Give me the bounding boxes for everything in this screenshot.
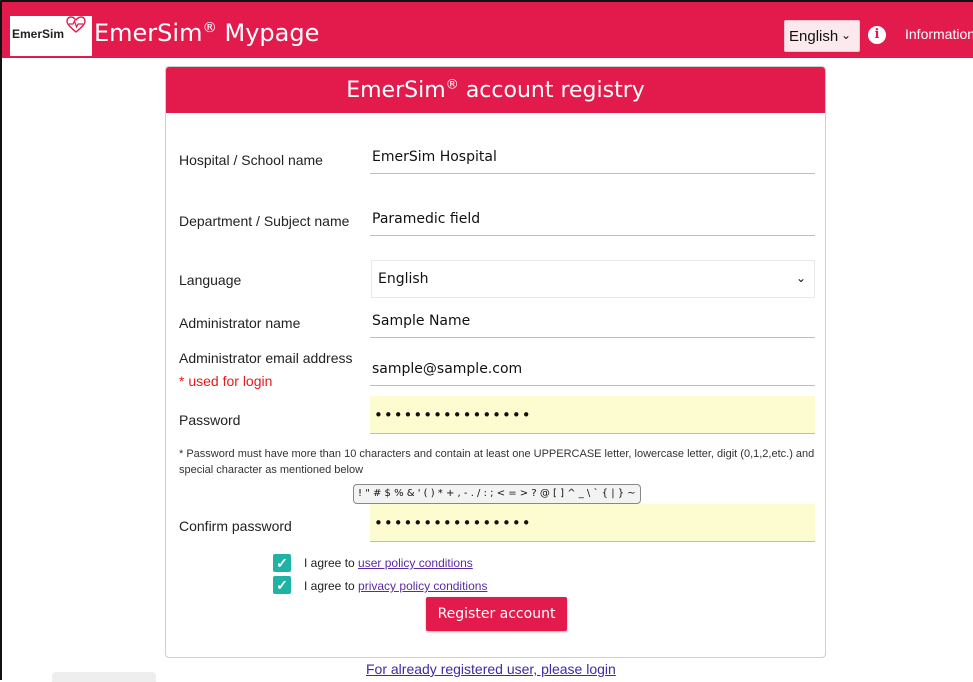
password-label: Password [179,412,241,428]
language-select[interactable]: English ⌄ [371,260,815,298]
brand-logo-text: EmerSim [12,27,65,41]
panel-title: EmerSim® account registry [346,77,645,103]
bottom-tab [52,672,156,682]
language-select-value: English [378,271,429,287]
password-hint: * Password must have more than 10 charac… [179,448,815,476]
heart-pulse-icon [66,16,86,33]
admin-name-label: Administrator name [179,315,301,331]
department-label: Department / Subject name [179,213,350,229]
login-link[interactable]: For already registered user, please logi… [366,661,616,677]
admin-name-input[interactable]: Sample Name [370,304,815,338]
chevron-down-icon: ⌄ [795,271,806,285]
privacy-policy-link[interactable]: privacy policy conditions [358,579,487,593]
privacy-policy-agree: I agree to privacy policy conditions [304,579,488,593]
hospital-label: Hospital / School name [179,152,323,168]
language-dropdown-label: English [789,27,839,45]
user-policy-checkbox[interactable]: ✓ [273,554,291,572]
login-note: * used for login [179,373,273,389]
check-icon: ✓ [276,577,288,593]
department-input[interactable]: Paramedic field [370,202,815,236]
confirm-password-label: Confirm password [179,518,292,534]
check-icon: ✓ [276,555,288,571]
register-account-button[interactable]: Register account [426,597,567,631]
language-label: Language [179,272,242,288]
hospital-input[interactable]: EmerSim Hospital [370,140,815,174]
admin-email-label: Administrator email address [179,350,353,366]
special-characters-list: ! " # $ % & ' ( ) * + , - . / : ; < = > … [353,484,641,504]
window-frame-left [0,0,2,680]
language-dropdown[interactable]: English ⌄ [784,20,860,52]
user-policy-agree: I agree to user policy conditions [304,556,473,570]
user-policy-link[interactable]: user policy conditions [358,556,473,570]
information-link[interactable]: Information [905,26,973,42]
panel-header: EmerSim® account registry [166,67,825,113]
privacy-policy-checkbox[interactable]: ✓ [273,576,291,594]
password-input[interactable]: •••••••••••••••• [370,396,815,434]
confirm-password-input[interactable]: •••••••••••••••• [370,504,815,542]
info-icon[interactable]: i [868,26,886,44]
top-navbar: EmerSim EmerSim® Mypage English ⌄ i Info… [2,2,973,58]
chevron-down-icon: ⌄ [840,28,851,42]
app-title: EmerSim® Mypage [94,19,320,47]
admin-email-input[interactable]: sample@sample.com [370,352,815,386]
